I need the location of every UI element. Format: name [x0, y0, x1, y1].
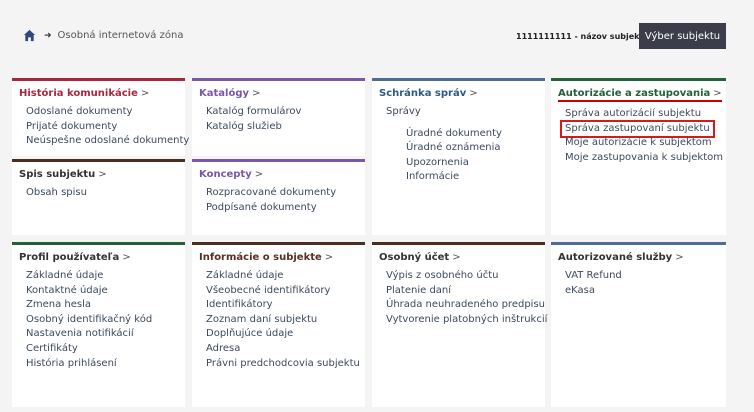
link-katalog-formularov[interactable]: Katalóg formulárov	[206, 105, 358, 120]
card-schranka-sprav: Schránka správ > Správy Úradné dokumenty …	[372, 78, 545, 235]
link-upozornenia[interactable]: Upozornenia	[406, 156, 538, 171]
link-kontaktne-udaje[interactable]: Kontaktné údaje	[26, 284, 178, 299]
card-title-schranka[interactable]: Schránka správ >	[379, 88, 538, 99]
card-title-katalogy[interactable]: Katalógy >	[199, 88, 358, 99]
link-zakladne-udaje[interactable]: Základné údaje	[26, 269, 178, 284]
link-uradne-dokumenty[interactable]: Úradné dokumenty	[406, 127, 538, 142]
card-katalogy: Katalógy > Katalóg formulárov Katalóg slu…	[192, 78, 365, 156]
top-bar: ➜ Osobná internetová zóna 1111111111 - n…	[0, 0, 754, 70]
link-platenie-dani[interactable]: Platenie daní	[386, 284, 538, 299]
link-pravni-predchodcovia[interactable]: Právni predchodcovia subjektu	[206, 357, 360, 372]
card-title-spis[interactable]: Spis subjektu >	[19, 169, 178, 180]
link-doplnujuce-udaje[interactable]: Doplňujúce údaje	[206, 327, 358, 342]
link-informacie[interactable]: Informácie	[406, 170, 538, 185]
card-title-sluzby[interactable]: Autorizované služby >	[558, 252, 719, 263]
link-ekasa[interactable]: eKasa	[565, 284, 719, 299]
card-osobny-ucet: Osobný účet > Výpis z osobného účtu Plate…	[372, 242, 547, 407]
link-moje-zastupovania[interactable]: Moje zastupovania k subjektom	[565, 151, 723, 166]
link-zakladne-udaje-subjektu[interactable]: Základné údaje	[206, 269, 358, 284]
link-odoslane-dokumenty[interactable]: Odoslané dokumenty	[26, 105, 178, 120]
link-nastavenia-notifikacii[interactable]: Nastavenia notifikácií	[26, 327, 178, 342]
link-sprava-autorizacii[interactable]: Správa autorizácií subjektu	[565, 107, 719, 122]
home-icon[interactable]	[23, 29, 36, 42]
card-title-ucet[interactable]: Osobný účet >	[379, 252, 538, 263]
link-uhrada-predpisu[interactable]: Úhrada neuhradeného predpisu	[386, 298, 545, 313]
card-informacie-o-subjekte: Informácie o subjekte > Základné údaje Vš…	[192, 242, 365, 407]
link-adresa[interactable]: Adresa	[206, 342, 358, 357]
card-autorizovane-sluzby: Autorizované služby > VAT Refund eKasa	[551, 242, 726, 407]
link-vseobecne-identifikatory[interactable]: Všeobecné identifikátory	[206, 284, 358, 299]
card-title-profil[interactable]: Profil používateľa >	[19, 252, 178, 263]
link-moje-autorizacie[interactable]: Moje autorizácie k subjektom	[565, 136, 719, 151]
group-spravy[interactable]: Správy	[386, 105, 538, 120]
card-historia-komunikacie: História komunikácie > Odoslané dokumenty…	[12, 78, 189, 156]
card-title-informacie[interactable]: Informácie o subjekte >	[199, 252, 358, 263]
link-vypis-z-uctu[interactable]: Výpis z osobného účtu	[386, 269, 538, 284]
link-sprava-zastupovani[interactable]: Správa zastupovaní subjektu	[560, 119, 715, 139]
link-vat-refund[interactable]: VAT Refund	[565, 269, 719, 284]
link-zoznam-dani[interactable]: Zoznam daní subjektu	[206, 313, 358, 328]
link-neuspesne-odoslane[interactable]: Neúspešne odoslané dokumenty	[26, 134, 189, 149]
card-koncepty: Koncepty > Rozpracované dokumenty Podpísa…	[192, 159, 365, 235]
card-title-historia[interactable]: História komunikácie >	[19, 88, 178, 99]
link-identifikatory[interactable]: Identifikátory	[206, 298, 358, 313]
link-certifikaty[interactable]: Certifikáty	[26, 342, 178, 357]
breadcrumb: ➜ Osobná internetová zóna	[23, 29, 183, 42]
link-platobne-instrukcie[interactable]: Vytvorenie platobných inštrukcií	[386, 313, 547, 328]
link-katalog-sluzieb[interactable]: Katalóg služieb	[206, 120, 358, 135]
link-obsah-spisu[interactable]: Obsah spisu	[26, 186, 178, 201]
link-zmena-hesla[interactable]: Zmena hesla	[26, 298, 178, 313]
card-profil-pouzivatela: Profil používateľa > Základné údaje Konta…	[12, 242, 185, 407]
card-title-koncepty[interactable]: Koncepty >	[199, 169, 358, 180]
select-subject-button[interactable]: Výber subjektu	[639, 23, 726, 49]
subject-label: 1111111111 - názov subjektu	[516, 32, 649, 41]
link-historia-prihlaseni[interactable]: História prihlásení	[26, 357, 178, 372]
link-osobny-identifikacny-kod[interactable]: Osobný identifikačný kód	[26, 313, 178, 328]
card-autorizacie: Autorizácie a zastupovania > Správa autor…	[551, 78, 726, 235]
link-uradne-oznamenia[interactable]: Úradné oznámenia	[406, 141, 538, 156]
arrow-right-icon: ➜	[44, 30, 52, 41]
link-prijate-dokumenty[interactable]: Prijaté dokumenty	[26, 120, 178, 135]
link-rozpracovane-dokumenty[interactable]: Rozpracované dokumenty	[206, 186, 358, 201]
breadcrumb-current: Osobná internetová zóna	[57, 30, 184, 41]
link-podpisane-dokumenty[interactable]: Podpísané dokumenty	[206, 201, 358, 216]
card-title-autorizacie[interactable]: Autorizácie a zastupovania >	[558, 88, 722, 102]
card-spis-subjektu: Spis subjektu > Obsah spisu	[12, 159, 185, 235]
